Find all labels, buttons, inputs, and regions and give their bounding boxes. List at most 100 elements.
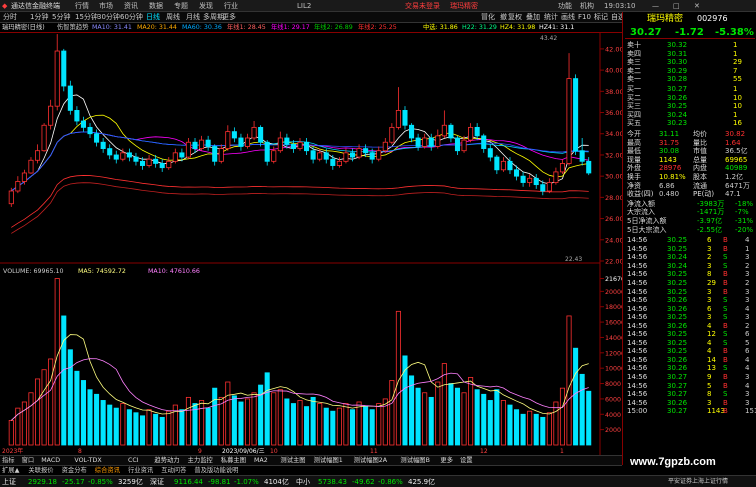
- menu-org[interactable]: 机构: [580, 1, 594, 11]
- price-axis-label: 22.00: [605, 258, 622, 266]
- indicator-tab[interactable]: 趋势动力: [154, 457, 179, 465]
- trade-notice[interactable]: 交易未登录: [405, 1, 440, 11]
- cy-index-label[interactable]: 中小: [296, 477, 310, 487]
- extension-tab[interactable]: 普及版功能说明: [194, 467, 238, 475]
- indicator-tab[interactable]: 更多: [440, 457, 453, 465]
- volume-axis-label: 10000: [605, 366, 622, 373]
- minimize-icon[interactable]: —: [652, 1, 659, 11]
- indicator-tab[interactable]: 测试幅图2A: [354, 457, 388, 465]
- toolbar-button[interactable]: 画线: [561, 13, 575, 22]
- period-tab-more[interactable]: 更多: [222, 13, 236, 22]
- tick-price: 30.27: [667, 407, 688, 416]
- kline-chart[interactable]: 42.00 40.00 38.00 36.00 34.00 32.00 30.00 28.00…: [0, 33, 622, 455]
- indicator-tab[interactable]: MA2: [254, 457, 268, 465]
- indicator-name[interactable]: 伤智策趋势: [57, 24, 88, 32]
- candle: [304, 141, 310, 152]
- extension-tab[interactable]: 综合资讯: [95, 467, 120, 475]
- high-price-label: 43.42: [540, 35, 557, 42]
- stat-label: 收益(四): [627, 190, 654, 199]
- menu-market[interactable]: 市场: [99, 1, 113, 11]
- period-tab[interactable]: 60分钟: [120, 13, 143, 22]
- candle: [185, 141, 191, 158]
- maximize-icon[interactable]: □: [673, 1, 680, 11]
- menu-l2[interactable]: LIL2: [297, 1, 311, 11]
- volume-bar: [507, 404, 513, 446]
- volume-bar: [310, 396, 316, 446]
- menu-data[interactable]: 数据: [149, 1, 163, 11]
- menu-hq[interactable]: 行情: [75, 1, 89, 11]
- candle: [428, 137, 434, 147]
- period-tab[interactable]: 多周期: [203, 13, 224, 22]
- volume-bar: [271, 392, 277, 446]
- menu-news[interactable]: 资讯: [124, 1, 138, 11]
- candle: [74, 110, 80, 122]
- toolbar-button[interactable]: 撤: [500, 13, 507, 22]
- title-bar: ◆ 通达信金融终端 行情 市场 资讯 数据 专题 发现 行业 LIL2 交易未登…: [0, 0, 756, 12]
- candle: [277, 137, 283, 152]
- period-tab[interactable]: 15分钟: [75, 13, 98, 22]
- menu-discover[interactable]: 发现: [199, 1, 213, 11]
- volume-bar: [559, 387, 566, 446]
- indicator-tab[interactable]: CCI: [128, 457, 139, 465]
- volume-bar: [356, 401, 362, 446]
- candle: [113, 154, 119, 160]
- extension-tab[interactable]: 扩展▲: [2, 467, 19, 475]
- period-tab-active[interactable]: 日线: [146, 13, 160, 22]
- indicator-tab[interactable]: 设置: [460, 457, 473, 465]
- candle: [133, 156, 139, 162]
- close-icon[interactable]: ✕: [694, 1, 700, 11]
- indicator-tab[interactable]: MACD: [41, 457, 60, 465]
- candle: [415, 137, 421, 147]
- flow-pct: -20%: [735, 225, 754, 234]
- cy-index: 5738.43: [318, 478, 347, 486]
- volume-bar: [244, 398, 251, 446]
- toolbar-button[interactable]: 统计: [544, 13, 558, 22]
- period-tab[interactable]: 5分钟: [52, 13, 70, 22]
- extension-tab[interactable]: 行业资讯: [128, 467, 153, 475]
- indicator-tab[interactable]: 窗口: [22, 457, 35, 465]
- period-tab[interactable]: 1分钟: [30, 13, 48, 22]
- extension-tab[interactable]: 资金分布: [62, 467, 87, 475]
- menu-industry[interactable]: 行业: [224, 1, 238, 11]
- indicator-tab[interactable]: 测试主图: [280, 457, 305, 465]
- volume-axis-label: 12000: [605, 350, 622, 357]
- candle: [579, 150, 585, 162]
- toolbar-button[interactable]: 标记: [594, 13, 608, 22]
- stock-notice[interactable]: 瑞玛精密: [450, 1, 478, 11]
- menu-function[interactable]: 功能: [558, 1, 572, 11]
- candle: [41, 124, 47, 152]
- price-axis-label: 26.00: [605, 215, 622, 223]
- indicator-tab[interactable]: 主力监控: [188, 457, 213, 465]
- volume-bar: [586, 390, 592, 446]
- volume-bar: [343, 403, 349, 446]
- candle: [586, 160, 592, 174]
- volume-bar: [251, 392, 257, 446]
- period-tab[interactable]: 月线: [186, 13, 200, 22]
- ma-value: MA20: 31.44: [137, 24, 177, 31]
- period-tab[interactable]: 30分钟: [97, 13, 120, 22]
- toolbar-button[interactable]: 冒化: [481, 13, 495, 22]
- toolbar-button[interactable]: 叠加: [526, 13, 540, 22]
- indicator-tab[interactable]: 测试幅图1: [314, 457, 343, 465]
- candle: [317, 152, 323, 160]
- indicator-tab[interactable]: 指标: [2, 457, 15, 465]
- indicator-tab[interactable]: 测试幅图B: [400, 457, 430, 465]
- toolbar-button-f10[interactable]: F10: [578, 13, 591, 22]
- volume-bar: [376, 403, 382, 446]
- period-tab[interactable]: 周线: [166, 13, 180, 22]
- extension-tab[interactable]: 互动问答: [161, 467, 186, 475]
- extension-tab[interactable]: 关联报价: [28, 467, 53, 475]
- sh-index-label[interactable]: 上证: [2, 477, 16, 487]
- price-axis-label: 32.00: [605, 151, 622, 159]
- indicator-tab[interactable]: VOL-TDX: [74, 457, 101, 465]
- period-tab[interactable]: 分时: [3, 13, 17, 22]
- sz-index-label[interactable]: 深证: [150, 477, 164, 487]
- volume-bar: [369, 409, 375, 446]
- candle: [533, 177, 539, 186]
- volume-bar: [520, 413, 526, 446]
- toolbar-button[interactable]: 复权: [508, 13, 522, 22]
- menu-topic[interactable]: 专题: [174, 1, 188, 11]
- indicator-tab[interactable]: 私募主图: [221, 457, 246, 465]
- candle: [297, 141, 303, 149]
- cy-change: -49.62: [352, 478, 375, 486]
